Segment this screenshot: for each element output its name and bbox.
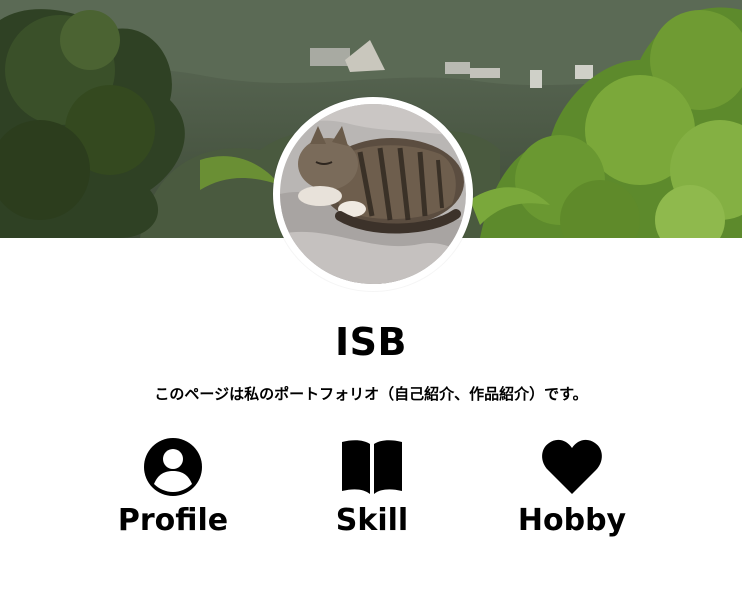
- nav-label-hobby: Hobby: [517, 503, 627, 538]
- nav-item-skill[interactable]: Skill: [272, 436, 472, 546]
- nav-label-profile: Profile: [117, 503, 229, 538]
- page-title: ISB: [335, 320, 407, 364]
- nav-label-skill: Skill: [335, 503, 409, 538]
- portfolio-page: ISB このページは私のポートフォリオ（自己紹介、作品紹介）です。 Profil…: [0, 0, 742, 589]
- user-circle-icon: [141, 436, 205, 498]
- open-book-icon: [340, 436, 404, 498]
- intro-text: このページは私のポートフォリオ（自己紹介、作品紹介）です。: [154, 385, 588, 403]
- section-nav: Profile Skill Hobby: [0, 436, 742, 546]
- avatar: [273, 97, 473, 291]
- nav-item-profile[interactable]: Profile: [73, 436, 273, 546]
- nav-item-hobby[interactable]: Hobby: [472, 436, 672, 546]
- heart-icon: [540, 436, 604, 498]
